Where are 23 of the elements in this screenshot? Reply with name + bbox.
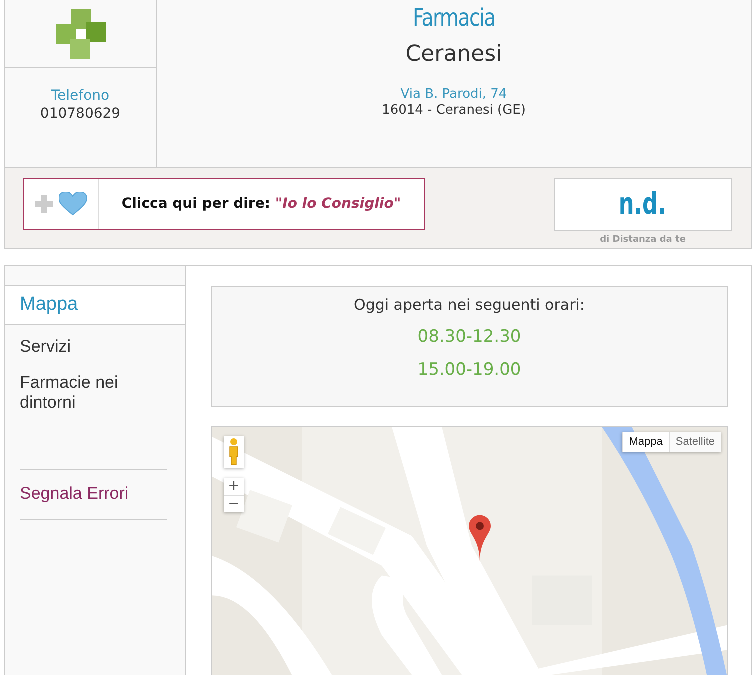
time-slot: 08.30-12.30 bbox=[418, 327, 522, 347]
zoom-out-button[interactable]: − bbox=[224, 495, 244, 512]
phone-number: 010780629 bbox=[40, 106, 121, 122]
map-type-tab[interactable]: Satellite bbox=[668, 432, 721, 452]
sidebar-tab[interactable]: Servizi bbox=[5, 329, 185, 365]
page-title: Farmacia bbox=[412, 4, 496, 32]
hours-title: Oggi aperta nei seguenti orari: bbox=[354, 296, 585, 314]
phone-label: Telefono bbox=[51, 88, 110, 104]
time-slot: 15.00-19.00 bbox=[418, 360, 522, 380]
sidebar-tab[interactable]: Farmacie nei dintorni bbox=[5, 365, 185, 421]
distance-caption: di Distanza da te bbox=[600, 235, 686, 245]
distance-value: n.d. bbox=[619, 187, 667, 222]
pharmacy-name: Ceranesi bbox=[406, 42, 502, 67]
cross-logo-icon bbox=[54, 8, 106, 60]
heart-icon[interactable] bbox=[59, 192, 87, 216]
report-errors-link[interactable]: Segnala Errori bbox=[20, 484, 129, 503]
zoom-in-button[interactable]: + bbox=[224, 478, 244, 495]
map-type-tab[interactable]: Mappa bbox=[622, 432, 669, 452]
city-address: 16014 - Ceranesi (GE) bbox=[382, 103, 526, 118]
sidebar-tab[interactable]: Mappa bbox=[5, 285, 185, 325]
street-address: Via B. Parodi, 74 bbox=[400, 87, 508, 102]
plus-icon bbox=[35, 195, 53, 213]
pegman-icon[interactable] bbox=[228, 438, 240, 466]
